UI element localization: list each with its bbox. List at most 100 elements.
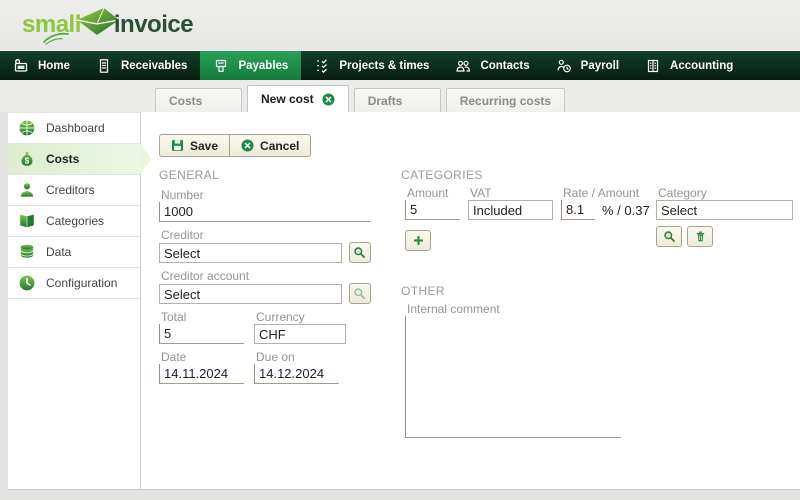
main-panel: Save Cancel GENERAL Number Creditor	[141, 112, 800, 489]
number-input[interactable]	[159, 202, 371, 222]
vat-input[interactable]	[468, 200, 553, 220]
cancel-icon	[241, 139, 254, 152]
sidebar-item-data[interactable]: Data	[8, 237, 140, 268]
trash-icon	[694, 230, 707, 243]
app-header: small invoice	[0, 0, 800, 50]
date-field-group: Date	[159, 350, 244, 384]
nav-item-projects-times[interactable]: Projects & times	[301, 51, 442, 80]
people-icon	[455, 58, 471, 74]
book-icon	[18, 212, 36, 230]
main-nav: Home Receivables Payables Projects & tim…	[0, 50, 800, 80]
category-select-input[interactable]	[656, 200, 793, 220]
creditor-account-search-button[interactable]	[349, 283, 372, 304]
sidebar-item-configuration[interactable]: Configuration	[8, 268, 140, 299]
save-icon	[171, 139, 184, 152]
nav-item-payroll[interactable]: Payroll	[543, 51, 632, 80]
vat-field-group: VAT	[468, 186, 553, 220]
creditor-search-button[interactable]	[349, 242, 372, 263]
amount-label: Amount	[405, 186, 460, 200]
categories-heading: CATEGORIES	[401, 168, 793, 182]
logo-swoosh-icon	[42, 31, 70, 45]
tab-recurring-costs[interactable]: Recurring costs	[446, 88, 565, 112]
creditor-account-label: Creditor account	[159, 269, 371, 283]
cancel-button[interactable]: Cancel	[229, 134, 311, 157]
sidebar: Dashboard $ Costs Creditors Categories	[8, 112, 140, 489]
clock-icon	[18, 274, 36, 292]
home-icon	[13, 58, 29, 74]
nav-item-home[interactable]: Home	[0, 51, 83, 80]
sidebar-item-creditors[interactable]: Creditors	[8, 175, 140, 206]
date-label: Date	[159, 350, 244, 364]
person-icon	[18, 181, 36, 199]
nav-item-contacts[interactable]: Contacts	[442, 51, 542, 80]
sidebar-item-categories[interactable]: Categories	[8, 206, 140, 237]
currency-field-group: Currency	[254, 310, 346, 344]
rate-label: Rate / Amount	[561, 186, 653, 200]
currency-label: Currency	[254, 310, 346, 324]
nav-item-payables[interactable]: Payables	[200, 51, 301, 80]
close-tab-icon[interactable]	[322, 93, 335, 106]
search-icon	[353, 246, 366, 259]
rate-suffix: % / 0.37	[602, 203, 650, 218]
save-button[interactable]: Save	[159, 134, 229, 157]
rate-input[interactable]	[561, 200, 595, 220]
other-heading: OTHER	[401, 284, 445, 298]
general-heading: GENERAL	[159, 168, 371, 182]
total-input[interactable]	[159, 324, 244, 344]
search-icon	[353, 287, 366, 300]
internal-comment-textarea[interactable]	[405, 316, 621, 438]
currency-input[interactable]	[254, 324, 346, 344]
number-label: Number	[159, 188, 371, 202]
search-icon	[663, 230, 676, 243]
plus-icon	[413, 235, 424, 246]
date-input[interactable]	[159, 364, 244, 384]
add-category-row-button[interactable]	[405, 230, 431, 251]
creditor-label: Creditor	[159, 228, 371, 242]
sidebar-item-costs[interactable]: $ Costs	[8, 144, 140, 175]
svg-text:$: $	[25, 156, 30, 165]
due-on-input[interactable]	[254, 364, 339, 384]
creditor-account-select-input[interactable]	[159, 284, 342, 304]
due-on-label: Due on	[254, 350, 339, 364]
tab-drafts[interactable]: Drafts	[354, 88, 441, 112]
date-due-row: Date Due on	[159, 350, 371, 384]
category-delete-button[interactable]	[687, 226, 713, 247]
total-field-group: Total	[159, 310, 244, 344]
general-section: GENERAL Number Creditor	[159, 168, 371, 390]
vat-label: VAT	[468, 186, 553, 200]
tab-strip: Costs New cost Drafts Recurring costs	[0, 80, 800, 112]
total-currency-row: Total Currency	[159, 310, 371, 344]
page: { "app": { "logo_part1": "small", "logo_…	[0, 0, 800, 500]
globe-icon	[18, 119, 36, 137]
category-search-button[interactable]	[656, 226, 682, 247]
right-column: CATEGORIES Amount VAT Rate / Amount % / …	[401, 168, 793, 489]
sidebar-item-dashboard[interactable]: Dashboard	[8, 113, 140, 144]
money-bag-icon: $	[18, 150, 36, 168]
categories-row: Amount VAT Rate / Amount % / 0.37 Catego…	[401, 186, 793, 266]
payables-icon	[213, 58, 229, 74]
content-area: Dashboard $ Costs Creditors Categories	[8, 112, 800, 490]
internal-comment-label: Internal comment	[405, 302, 621, 316]
category-buttons	[656, 226, 713, 247]
logo-text-invoice: invoice	[114, 11, 193, 39]
amount-input[interactable]	[405, 200, 460, 220]
category-field-group: Category	[656, 186, 793, 220]
checklist-icon	[314, 58, 330, 74]
creditor-select-input[interactable]	[159, 243, 342, 263]
category-label: Category	[656, 186, 793, 200]
tab-costs[interactable]: Costs	[155, 88, 242, 112]
database-icon	[18, 243, 36, 261]
nav-item-receivables[interactable]: Receivables	[83, 51, 201, 80]
number-field-group: Number	[159, 188, 371, 222]
toolbar: Save Cancel	[159, 134, 311, 157]
rate-field-group: Rate / Amount % / 0.37	[561, 186, 653, 220]
tab-new-cost[interactable]: New cost	[247, 85, 349, 112]
amount-field-group: Amount	[405, 186, 460, 220]
person-clock-icon	[556, 58, 572, 74]
due-on-field-group: Due on	[254, 350, 339, 384]
creditor-field-group: Creditor	[159, 228, 371, 263]
ledger-icon	[645, 58, 661, 74]
nav-item-accounting[interactable]: Accounting	[632, 51, 746, 80]
document-icon	[96, 58, 112, 74]
creditor-account-field-group: Creditor account	[159, 269, 371, 304]
